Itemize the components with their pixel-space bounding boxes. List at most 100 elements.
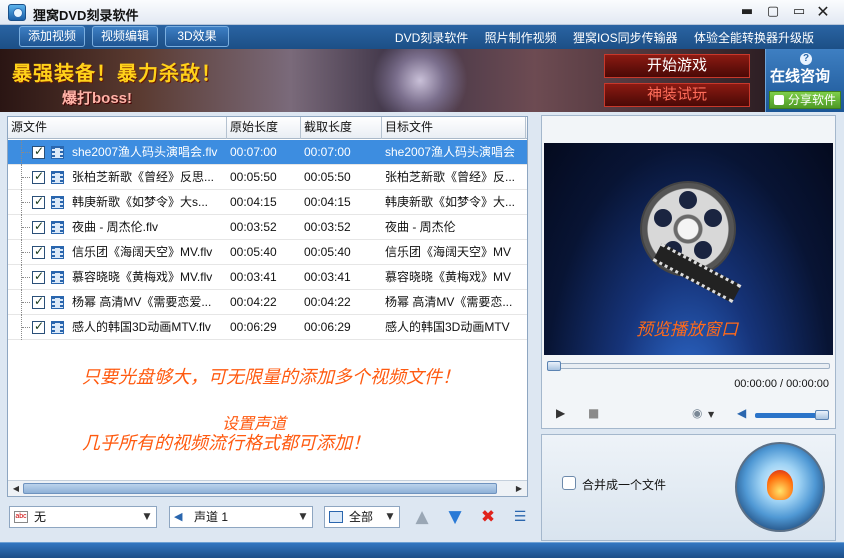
ad-banner[interactable]: 暴强装备！暴力杀敌！ 爆打boss! 开始游戏 神装试玩 ? 在线咨询 分享软件 bbox=[0, 49, 844, 112]
cell-cut-length[interactable]: 00:03:41 bbox=[304, 265, 380, 290]
video-edit-button[interactable]: 视频编辑 bbox=[92, 26, 158, 47]
preview-screen: 预览播放窗口 bbox=[544, 143, 833, 355]
online-consult-panel[interactable]: ? 在线咨询 分享软件 bbox=[765, 49, 844, 112]
table-row[interactable]: she2007渔人码头演唱会.flv 00:07:00 00:07:00 she200… bbox=[8, 140, 527, 165]
3d-effect-button[interactable]: 3D效果 bbox=[165, 26, 229, 47]
col-extra[interactable]: 3 bbox=[526, 117, 527, 139]
row-checkbox[interactable] bbox=[32, 144, 45, 159]
row-checkbox[interactable] bbox=[32, 244, 45, 259]
link-photo-video[interactable]: 照片制作视频 bbox=[485, 31, 557, 45]
chevron-down-icon: ▼ bbox=[386, 512, 394, 522]
close-icon[interactable]: ✕ bbox=[812, 3, 834, 21]
video-file-icon bbox=[51, 271, 64, 284]
link-ios-sync[interactable]: 狸窝IOS同步传输器 bbox=[573, 31, 678, 45]
clear-list-icon[interactable]: ☰ bbox=[508, 506, 532, 528]
move-down-icon[interactable]: ▼ bbox=[443, 506, 467, 528]
video-file-icon bbox=[51, 321, 64, 334]
preview-window-label: 预览播放窗口 bbox=[636, 320, 738, 340]
cell-target: 张柏芝新歌《曾经》反... bbox=[385, 170, 516, 184]
restore-icon[interactable]: ▭ bbox=[788, 3, 810, 21]
tree-line bbox=[21, 215, 31, 240]
cell-cut-length[interactable]: 00:06:29 bbox=[304, 315, 380, 340]
table-row[interactable]: 韩庚新歌《如梦令》大s... 00:04:15 00:04:15 韩庚新歌《如梦令》大… bbox=[8, 190, 527, 215]
list-controls: abc 无 ▼ ◀ 声道 1 ▼ 全部 ▼ ▲ ▼ ✖ ☰ bbox=[7, 504, 528, 532]
cell-source: 夜曲 - 周杰伦.flv bbox=[72, 220, 158, 234]
table-row[interactable]: 夜曲 - 周杰伦.flv 00:03:52 00:03:52 夜曲 - 周杰伦 bbox=[8, 215, 527, 240]
link-dvd-burner[interactable]: DVD刻录软件 bbox=[395, 31, 468, 45]
volume-slider[interactable] bbox=[755, 410, 829, 420]
row-checkbox[interactable] bbox=[32, 219, 45, 234]
title-bar: 狸窝DVD刻录软件 ▬ ▢ ▭ ✕ bbox=[0, 0, 844, 25]
app-logo-icon bbox=[8, 4, 26, 21]
col-original-length[interactable]: 原始长度 bbox=[227, 117, 301, 139]
camera-icon[interactable]: ◉ bbox=[692, 406, 702, 420]
cell-source: 感人的韩国3D动画MTV.flv bbox=[72, 320, 211, 334]
horizontal-scrollbar[interactable]: ◀ ▶ bbox=[8, 480, 527, 496]
share-software-button[interactable]: 分享软件 bbox=[769, 91, 841, 109]
audio-track-select[interactable]: ◀ 声道 1 ▼ bbox=[169, 506, 313, 528]
window-title: 狸窝DVD刻录软件 bbox=[33, 8, 139, 23]
stop-icon[interactable]: ■ bbox=[588, 406, 599, 420]
cell-source: 张柏芝新歌《曾经》反思... bbox=[72, 170, 215, 184]
minimize-icon[interactable]: ▬ bbox=[736, 3, 758, 21]
seek-knob[interactable] bbox=[547, 361, 561, 371]
row-checkbox[interactable] bbox=[32, 269, 45, 284]
cell-original-length: 00:05:40 bbox=[230, 245, 277, 259]
speaker-icon: ◀ bbox=[174, 510, 183, 523]
top-links: DVD刻录软件 照片制作视频 狸窝IOS同步传输器 体验全能转换器升级版 bbox=[382, 29, 814, 46]
link-upgrade[interactable]: 体验全能转换器升级版 bbox=[694, 31, 814, 45]
status-bar bbox=[0, 542, 844, 558]
col-cut-length[interactable]: 截取长度 bbox=[301, 117, 382, 139]
volume-icon[interactable]: ◀ bbox=[737, 406, 746, 420]
share-icon bbox=[774, 95, 784, 105]
cell-target: 感人的韩国3D动画MTV bbox=[385, 320, 510, 334]
row-checkbox[interactable] bbox=[32, 169, 45, 184]
volume-knob[interactable] bbox=[815, 410, 829, 420]
table-row[interactable]: 张柏芝新歌《曾经》反思... 00:05:50 00:05:50 张柏芝新歌《曾经》反… bbox=[8, 165, 527, 190]
burn-panel: 合并成一个文件 bbox=[541, 434, 836, 541]
row-checkbox[interactable] bbox=[32, 194, 45, 209]
tip-audio-channel: 设置声道 bbox=[222, 414, 287, 433]
trial-game-button[interactable]: 神装试玩 bbox=[604, 83, 750, 107]
chevron-down-icon[interactable]: ▼ bbox=[708, 410, 714, 419]
cell-cut-length[interactable]: 00:03:52 bbox=[304, 215, 380, 240]
tip-unlimited-files: 只要光盘够大，可无限量的添加多个视频文件！ bbox=[82, 367, 460, 388]
delete-icon[interactable]: ✖ bbox=[476, 506, 500, 528]
cell-original-length: 00:06:29 bbox=[230, 320, 277, 334]
table-row[interactable]: 感人的韩国3D动画MTV.flv 00:06:29 00:06:29 感人的韩国3D动… bbox=[8, 315, 527, 340]
cell-cut-length[interactable]: 00:07:00 bbox=[304, 140, 380, 165]
video-file-icon bbox=[51, 221, 64, 234]
tree-line bbox=[21, 140, 31, 165]
col-target[interactable]: 目标文件 bbox=[382, 117, 526, 139]
move-up-icon[interactable]: ▲ bbox=[410, 506, 434, 528]
row-checkbox[interactable] bbox=[32, 294, 45, 309]
scroll-thumb[interactable] bbox=[23, 483, 497, 494]
scope-select[interactable]: 全部 ▼ bbox=[324, 506, 400, 528]
maximize-icon[interactable]: ▢ bbox=[762, 3, 784, 21]
cell-cut-length[interactable]: 00:05:50 bbox=[304, 165, 380, 190]
seek-bar[interactable] bbox=[547, 361, 830, 371]
video-file-icon bbox=[51, 146, 64, 159]
scroll-right-icon[interactable]: ▶ bbox=[513, 482, 525, 495]
start-game-button[interactable]: 开始游戏 bbox=[604, 54, 750, 78]
table-row[interactable]: 信乐团《海阔天空》MV.flv 00:05:40 00:05:40 信乐团《海阔天空》… bbox=[8, 240, 527, 265]
scroll-left-icon[interactable]: ◀ bbox=[10, 482, 22, 495]
burn-button[interactable] bbox=[735, 442, 825, 532]
audio-track-value: 声道 1 bbox=[194, 510, 229, 524]
timecode: 00:00:00 / 00:00:00 bbox=[734, 378, 829, 390]
cell-cut-length[interactable]: 00:04:22 bbox=[304, 290, 380, 315]
add-video-button[interactable]: 添加视频 bbox=[19, 26, 85, 47]
banner-figure bbox=[360, 49, 480, 112]
subtitle-select[interactable]: abc 无 ▼ bbox=[9, 506, 157, 528]
file-rows: she2007渔人码头演唱会.flv 00:07:00 00:07:00 she200… bbox=[8, 140, 527, 340]
merge-checkbox[interactable] bbox=[562, 476, 576, 490]
play-icon[interactable]: ▶ bbox=[556, 406, 565, 420]
merge-label: 合并成一个文件 bbox=[582, 478, 667, 492]
row-checkbox[interactable] bbox=[32, 319, 45, 334]
subtitle-icon: abc bbox=[14, 511, 28, 523]
cell-cut-length[interactable]: 00:04:15 bbox=[304, 190, 380, 215]
col-source[interactable]: 源文件 bbox=[8, 117, 227, 139]
cell-cut-length[interactable]: 00:05:40 bbox=[304, 240, 380, 265]
table-row[interactable]: 慕容晓晓《黄梅戏》MV.flv 00:03:41 00:03:41 慕容晓晓《黄梅戏》… bbox=[8, 265, 527, 290]
table-row[interactable]: 杨幂 高清MV《需要恋爱... 00:04:22 00:04:22 杨幂 高清MV《需… bbox=[8, 290, 527, 315]
